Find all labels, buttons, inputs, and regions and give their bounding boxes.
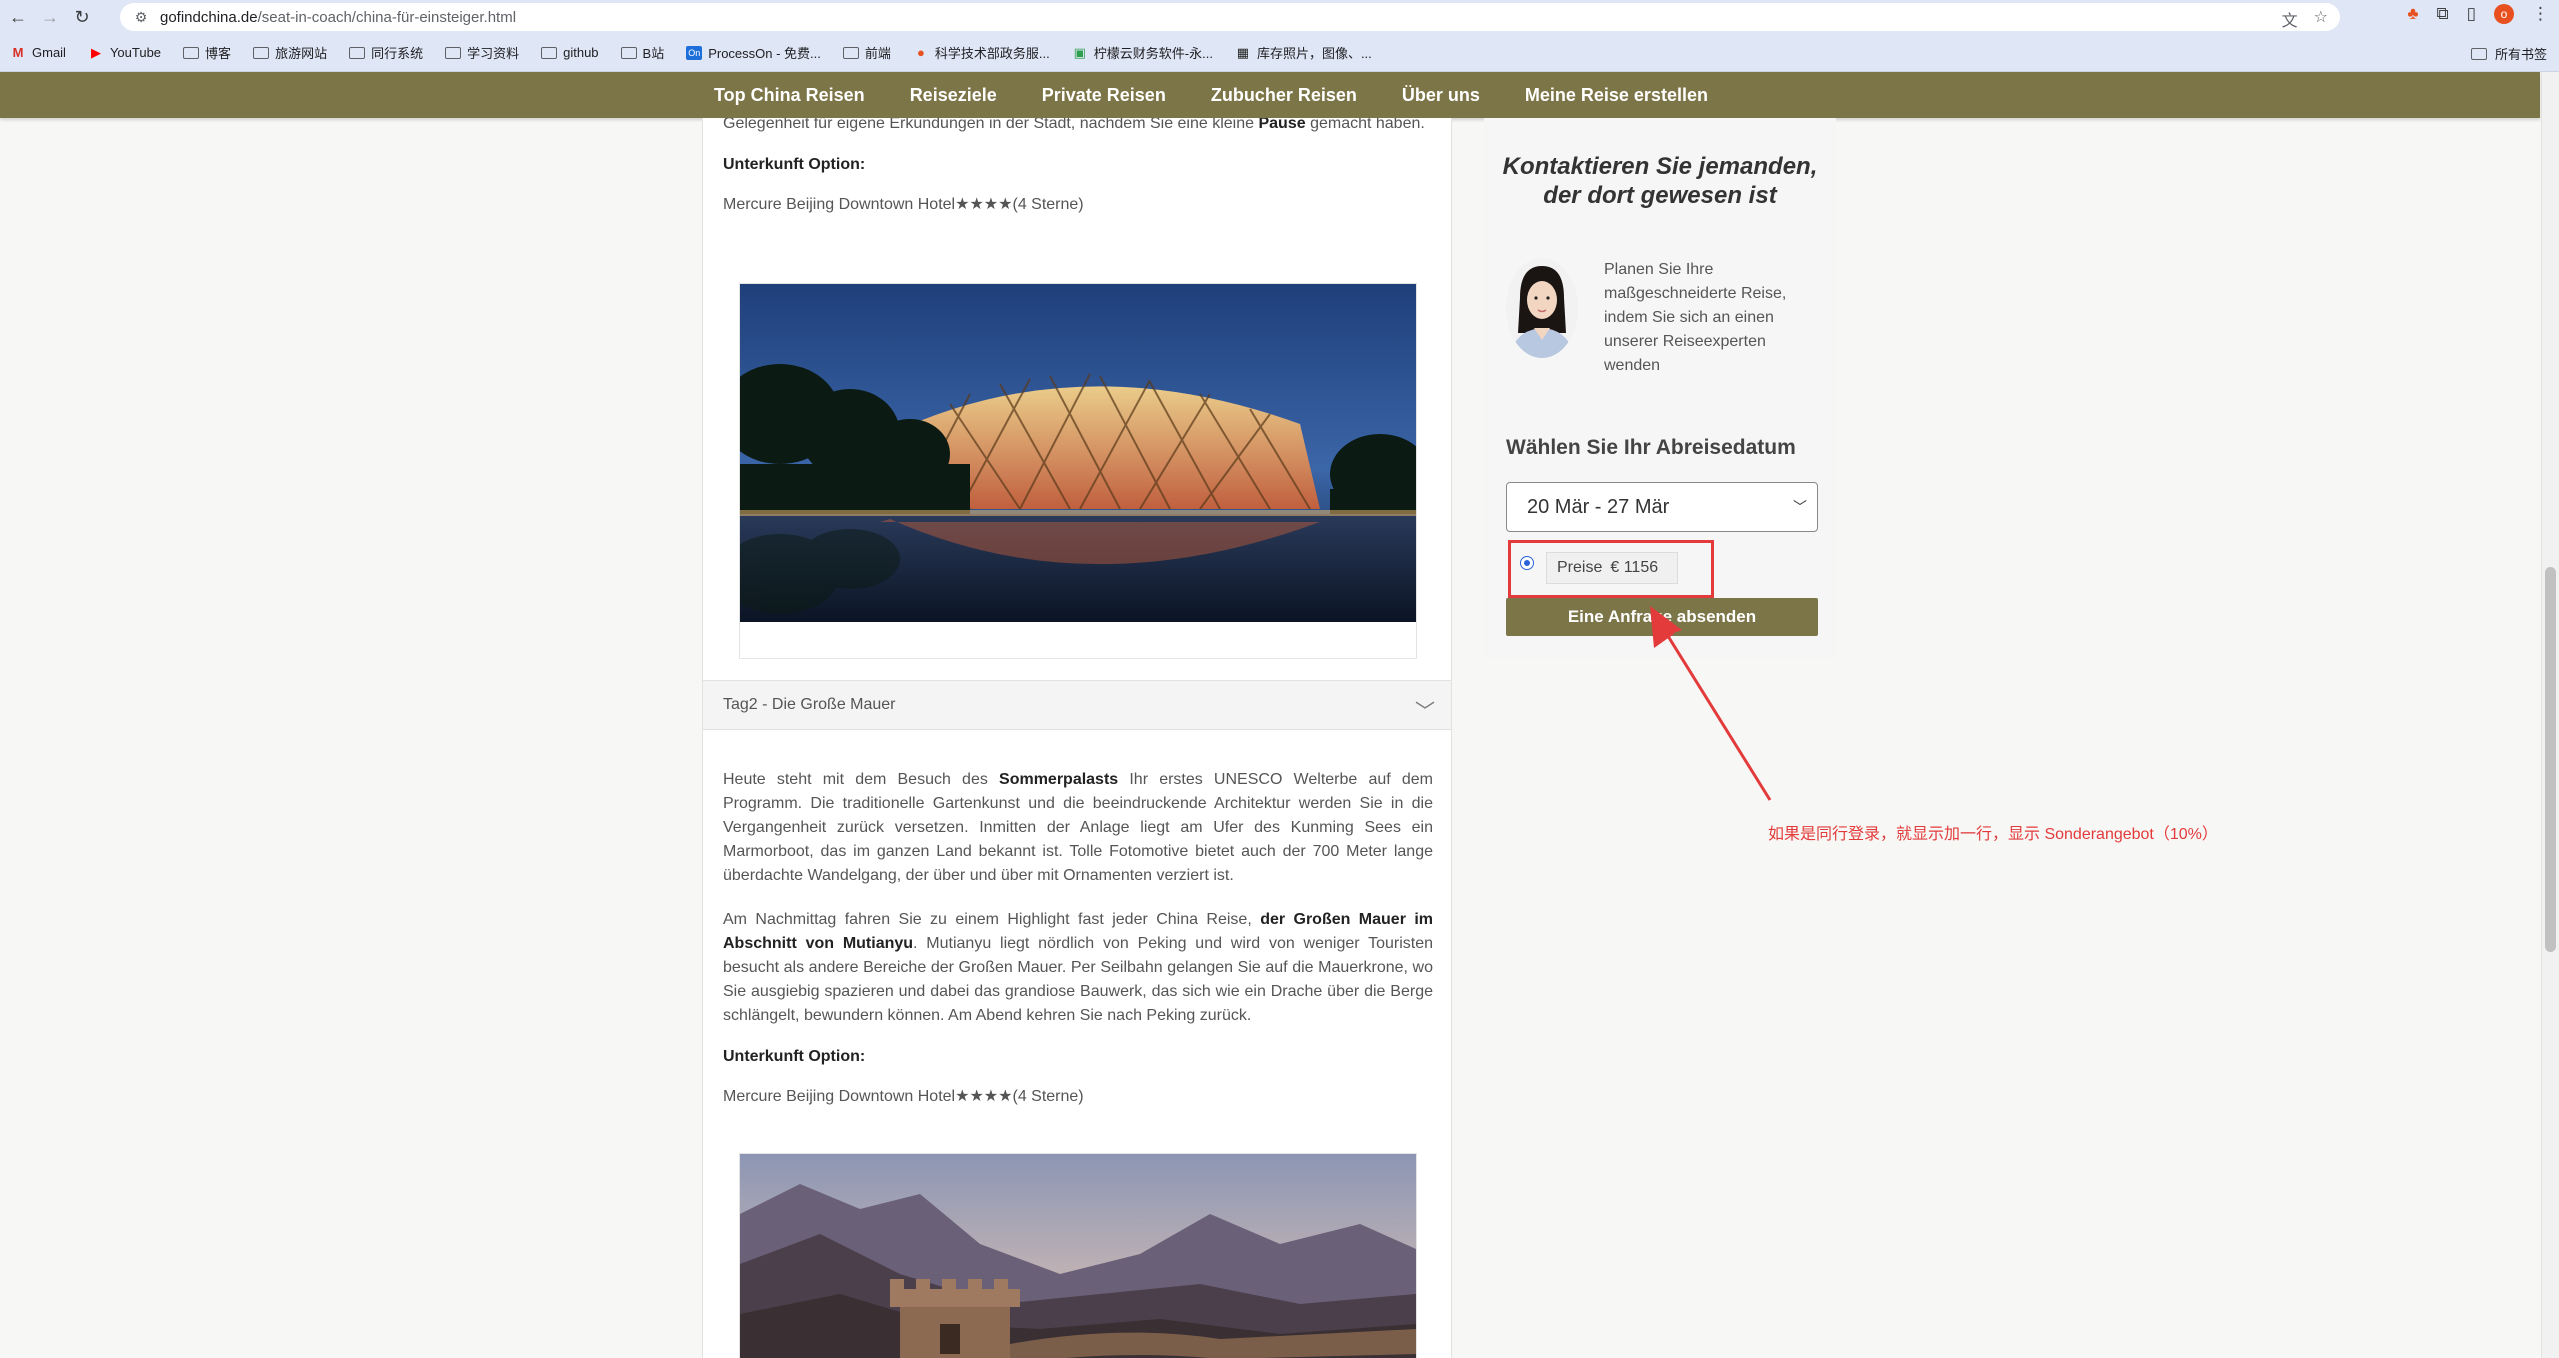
bookmark-youtube[interactable]: ▶ YouTube — [88, 45, 161, 60]
travel-expert-avatar — [1506, 258, 1578, 358]
extensions-puzzle-icon[interactable]: ⧉ — [2437, 4, 2449, 24]
great-wall-photo — [740, 1154, 1416, 1358]
bookmark-folder[interactable]: 博客 — [183, 43, 231, 62]
nav-meine-reise-erstellen[interactable]: Meine Reise erstellen — [1525, 85, 1708, 106]
bookmark-lemon[interactable]: ▣ 柠檬云财务软件-永... — [1072, 43, 1213, 62]
processon-icon: On — [686, 45, 703, 60]
forward-icon[interactable]: → — [36, 3, 64, 31]
day1-intro-text: Gelegenheit für eigene Erkundungen in de… — [723, 118, 1425, 132]
scrollbar-thumb[interactable] — [2545, 567, 2556, 952]
star-rating: ★★★★ — [955, 196, 1013, 213]
page-scrollbar[interactable] — [2541, 72, 2559, 1358]
bookmark-stock[interactable]: ▦ 库存照片，图像、... — [1235, 43, 1372, 62]
sidebar-toggle-icon[interactable]: ▯ — [2467, 4, 2476, 24]
annotation-highlight-box — [1508, 540, 1714, 598]
address-bar[interactable]: ⚙ gofindchina.de/seat-in-coach/china-für… — [120, 3, 2340, 31]
contact-title: Kontaktieren Sie jemanden, der dort gewe… — [1502, 153, 1818, 209]
folder-icon — [620, 46, 637, 59]
stock-icon: ▦ — [1236, 44, 1250, 60]
reload-icon[interactable]: ↻ — [68, 3, 96, 31]
stadium-illustration — [740, 284, 1416, 622]
birds-nest-stadium-photo — [740, 284, 1416, 622]
bookmark-folder[interactable]: 前端 — [842, 43, 891, 62]
annotation-note: 如果是同行登录，就显示加一行，显示 Sonderangebot（10%） — [1768, 826, 2218, 843]
bookmark-folder[interactable]: github — [541, 45, 599, 60]
url-path: /seat-in-coach/china-für-einsteiger.html — [257, 8, 517, 26]
nav-ueber-uns[interactable]: Über uns — [1402, 85, 1480, 106]
lemon-icon: ▣ — [1073, 44, 1086, 60]
back-icon[interactable]: ← — [4, 3, 32, 31]
nav-private-reisen[interactable]: Private Reisen — [1042, 85, 1166, 106]
bookmark-gov[interactable]: ● 科学技术部政务服... — [913, 43, 1050, 62]
great-wall-image-frame — [739, 1153, 1417, 1358]
site-info-icon[interactable]: ⚙ — [132, 8, 150, 26]
contact-description: Planen Sie Ihre maßgeschneiderte Reise, … — [1604, 261, 1787, 374]
folder-icon — [842, 46, 859, 59]
folder-icon — [541, 46, 558, 59]
url-domain: gofindchina.de — [160, 8, 258, 26]
profile-avatar[interactable]: o — [2494, 4, 2514, 24]
bookmarks-bar: M Gmail ▶ YouTube 博客 旅游网站 同行系统 学习资料 github… — [0, 34, 2559, 72]
bookmark-folder[interactable]: 学习资料 — [445, 43, 519, 62]
all-bookmarks[interactable]: 所有书签 — [2470, 44, 2547, 63]
folder-icon — [445, 46, 462, 59]
hotel-option: Mercure Beijing Downtown Hotel★★★★(4 Ste… — [723, 196, 1084, 213]
bookmark-gmail[interactable]: M Gmail — [10, 45, 66, 60]
day2-accordion-header[interactable]: Tag2 - Die Große Mauer ﹀ — [703, 680, 1451, 730]
nav-zubucher-reisen[interactable]: Zubucher Reisen — [1211, 85, 1357, 106]
accommodation-label: Unterkunft Option: — [723, 156, 866, 173]
bookmark-processon[interactable]: On ProcessOn - 免费... — [686, 43, 821, 62]
annotation-arrow — [1650, 606, 1772, 801]
bookmark-folder[interactable]: B站 — [620, 43, 664, 62]
birds-nest-image-frame — [739, 283, 1417, 659]
departure-date-label: Wählen Sie Ihr Abreisedatum — [1506, 436, 1796, 459]
day2-body: Heute steht mit dem Besuch des Sommerpal… — [703, 768, 1451, 1106]
bookmark-folder[interactable]: 旅游网站 — [253, 43, 327, 62]
folder-icon — [183, 46, 200, 59]
day2-text: Heute steht mit dem Besuch des Sommerpal… — [723, 771, 1434, 1024]
hotel-option: Mercure Beijing Downtown Hotel★★★★(4 Ste… — [723, 1088, 1084, 1105]
accommodation-label: Unterkunft Option: — [723, 1048, 866, 1065]
nav-top-china-reisen[interactable]: Top China Reisen — [714, 85, 865, 106]
gov-icon: ● — [916, 44, 925, 60]
gmail-icon: M — [12, 44, 24, 60]
folder-icon — [2470, 47, 2487, 60]
departure-date-select[interactable]: 20 Mär - 27 Mär ﹀ — [1506, 482, 1818, 532]
chevron-down-icon[interactable]: ﹀ — [1415, 695, 1435, 724]
itinerary-content: Gelegenheit für eigene Erkundungen in de… — [702, 118, 1452, 1358]
great-wall-illustration — [740, 1154, 1416, 1358]
menu-kebab-icon[interactable]: ⋮ — [2532, 4, 2549, 24]
bookmark-star-icon[interactable]: ☆ — [2314, 7, 2328, 31]
chevron-down-icon: ﹀ — [1793, 499, 1807, 515]
site-nav: Top China Reisen Reiseziele Private Reis… — [0, 72, 2540, 118]
star-rating: ★★★★ — [955, 1088, 1013, 1105]
browser-toolbar: ← → ↻ ⚙ gofindchina.de/seat-in-coach/chi… — [0, 0, 2559, 34]
translate-icon[interactable]: 文 — [2282, 7, 2298, 31]
extension-icon[interactable]: ♣ — [2407, 4, 2418, 24]
folder-icon — [253, 46, 270, 59]
bookmark-folder[interactable]: 同行系统 — [349, 43, 423, 62]
nav-reiseziele[interactable]: Reiseziele — [910, 85, 997, 106]
youtube-icon: ▶ — [90, 44, 101, 60]
folder-icon — [349, 46, 366, 59]
